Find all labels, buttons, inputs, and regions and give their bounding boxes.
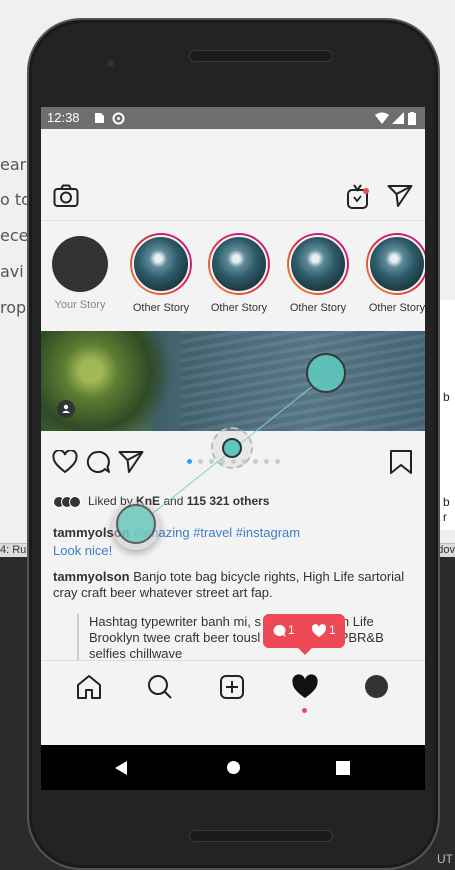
story-ring	[130, 233, 192, 295]
recents-icon[interactable]	[336, 761, 350, 775]
direct-message-icon[interactable]	[387, 184, 413, 208]
carousel-dot	[275, 459, 280, 464]
comment-icon[interactable]	[85, 450, 111, 474]
bottom-speaker	[189, 830, 333, 842]
new-post-icon[interactable]	[219, 674, 245, 700]
carousel-dot	[253, 459, 258, 464]
story-label: Other Story	[368, 302, 425, 314]
profile-avatar[interactable]	[365, 675, 388, 698]
user-tag-icon[interactable]	[57, 400, 75, 418]
avatar	[52, 236, 108, 292]
ide-text-fragment: ece	[0, 226, 29, 245]
like-count: 1	[329, 623, 336, 637]
comment-reply: Hashtag typewriter banh mi, s High Life …	[77, 614, 397, 662]
bottom-navigation	[41, 660, 425, 745]
story-thumbnail	[210, 235, 268, 293]
ide-right-text: r	[443, 510, 447, 524]
ide-right-text: b	[443, 495, 450, 509]
story-item[interactable]: Your Story	[45, 233, 115, 311]
back-icon[interactable]	[114, 760, 128, 776]
ide-encoding-label: UT	[437, 852, 453, 866]
front-camera	[107, 60, 114, 67]
activity-heart-icon[interactable]	[291, 674, 319, 700]
android-status-bar: 12:38	[41, 107, 425, 129]
app-screen: 12:38 Your Story Other Story Other Story…	[41, 107, 425, 790]
android-navigation-bar	[41, 745, 425, 790]
carousel-dot	[198, 459, 203, 464]
story-label: Other Story	[132, 302, 190, 314]
igtv-icon[interactable]	[346, 184, 370, 210]
app-top-bar	[41, 129, 425, 221]
avatar	[69, 495, 81, 508]
ide-text-fragment: avi	[0, 262, 24, 281]
ide-run-tab[interactable]: 4: Ru	[0, 544, 26, 556]
story-item[interactable]: Other Story	[126, 233, 196, 314]
touch-indicator	[306, 353, 346, 393]
comment-username[interactable]: tammyolson	[53, 569, 130, 584]
search-icon[interactable]	[147, 674, 173, 700]
heart-icon	[311, 624, 327, 637]
liked-by-count[interactable]: 115 321 others	[187, 494, 270, 508]
camera-icon[interactable]	[53, 184, 79, 208]
post-image-water	[181, 331, 425, 431]
story-label: Your Story	[54, 299, 106, 311]
active-tab-indicator	[302, 708, 307, 713]
story-thumbnail	[368, 235, 425, 293]
comment-icon	[273, 625, 286, 637]
story-item[interactable]: Other Story	[362, 233, 425, 314]
story-ring	[287, 233, 349, 295]
data-saver-icon	[112, 112, 125, 125]
clock: 12:38	[47, 110, 80, 125]
comment: tammyolson Banjo tote bag bicycle rights…	[53, 569, 413, 601]
stories-row: Your Story Other Story Other Story Other…	[41, 221, 425, 323]
signal-icon	[392, 112, 404, 124]
story-thumbnail	[132, 235, 190, 293]
share-icon[interactable]	[118, 450, 144, 474]
story-ring	[208, 233, 270, 295]
touch-indicator	[116, 504, 156, 544]
home-icon[interactable]	[76, 674, 102, 700]
story-label: Other Story	[210, 302, 268, 314]
activity-notification-bubble[interactable]: 1 1	[263, 614, 345, 655]
like-heart-icon[interactable]	[52, 450, 78, 474]
ide-text-fragment: rop	[0, 298, 27, 317]
post-caption: tammyolson #amazing #travel #instagram L…	[53, 524, 413, 560]
liker-avatars	[53, 495, 83, 508]
post-image[interactable]	[41, 331, 425, 431]
story-label: Other Story	[289, 302, 347, 314]
caption-link[interactable]: Look nice!	[53, 543, 112, 558]
story-thumbnail	[289, 235, 347, 293]
touch-indicator	[222, 438, 242, 458]
carousel-dot	[264, 459, 269, 464]
sd-card-icon	[95, 113, 104, 123]
carousel-dot-active	[187, 459, 192, 464]
top-speaker	[189, 50, 333, 62]
story-ring	[366, 233, 425, 295]
story-item[interactable]: Other Story	[204, 233, 274, 314]
home-button-icon[interactable]	[226, 760, 241, 775]
bookmark-icon[interactable]	[389, 449, 413, 475]
battery-icon	[408, 112, 416, 125]
wifi-icon	[375, 112, 389, 124]
story-item[interactable]: Other Story	[283, 233, 353, 314]
comment-count: 1	[288, 623, 295, 637]
ide-right-text: b	[443, 390, 450, 404]
